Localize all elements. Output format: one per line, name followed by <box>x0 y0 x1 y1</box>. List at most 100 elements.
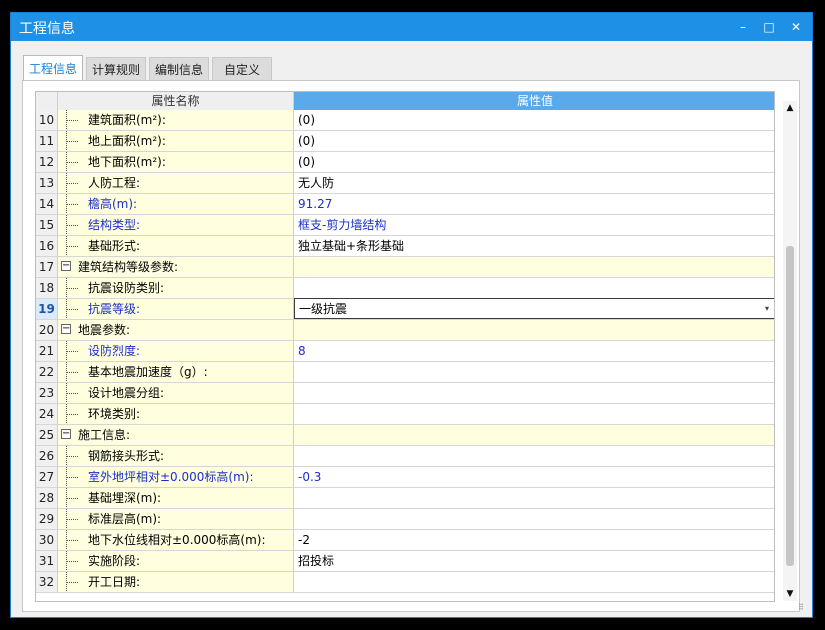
scroll-down-icon[interactable]: ▼ <box>783 587 797 601</box>
property-name-cell[interactable]: 钢筋接头形式: <box>58 446 294 466</box>
property-value-cell[interactable] <box>294 488 774 508</box>
property-name-cell[interactable]: − 施工信息: <box>58 425 294 445</box>
scroll-up-icon[interactable]: ▲ <box>783 101 797 115</box>
property-name-cell[interactable]: 抗震等级: <box>58 299 294 319</box>
header-property-name[interactable]: 属性名称 <box>58 92 294 110</box>
row-number: 16 <box>36 236 58 256</box>
table-row[interactable]: 28 基础埋深(m): <box>36 488 774 509</box>
table-row[interactable]: 18 抗震设防类别: <box>36 278 774 299</box>
property-name-cell[interactable]: − 建筑结构等级参数: <box>58 257 294 277</box>
scroll-thumb[interactable] <box>786 246 794 566</box>
property-name-cell[interactable]: 基础形式: <box>58 236 294 256</box>
tab-project-info[interactable]: 工程信息 <box>23 55 83 81</box>
property-name-cell[interactable]: 抗震设防类别: <box>58 278 294 298</box>
property-name-label: 地下水位线相对±0.000标高(m): <box>88 533 266 547</box>
property-value-cell[interactable] <box>294 425 774 445</box>
property-value-cell[interactable]: 框支-剪力墙结构 <box>294 215 774 235</box>
row-number: 26 <box>36 446 58 466</box>
property-value-cell[interactable]: -2 <box>294 530 774 550</box>
window-title: 工程信息 <box>19 21 75 37</box>
property-name-cell[interactable]: 地上面积(m²): <box>58 131 294 151</box>
header-property-value[interactable]: 属性值 <box>294 92 774 110</box>
property-value-text: (0) <box>298 113 315 127</box>
tree-branch <box>66 246 78 247</box>
table-row[interactable]: 27 室外地坪相对±0.000标高(m): -0.3 <box>36 467 774 488</box>
tree-branch <box>66 456 78 457</box>
tab-custom[interactable]: 自定义 <box>212 57 272 81</box>
table-row[interactable]: 31 实施阶段: 招投标 <box>36 551 774 572</box>
vertical-scrollbar[interactable]: ▲ ▼ <box>783 101 797 601</box>
property-value-cell[interactable]: 招投标 <box>294 551 774 571</box>
table-row[interactable]: 29 标准层高(m): <box>36 509 774 530</box>
property-name-cell[interactable]: 实施阶段: <box>58 551 294 571</box>
title-bar[interactable]: 工程信息 – □ ✕ <box>11 13 812 41</box>
property-value-cell[interactable] <box>294 404 774 424</box>
resize-grip-icon[interactable]: ⠿ <box>798 603 808 613</box>
property-name-label: 建筑结构等级参数: <box>78 260 179 274</box>
property-name-cell[interactable]: 地下水位线相对±0.000标高(m): <box>58 530 294 550</box>
property-value-text: 一级抗震 <box>299 302 348 316</box>
property-name-cell[interactable]: 基本地震加速度（g）: <box>58 362 294 382</box>
property-value-cell[interactable] <box>294 257 774 277</box>
property-name-cell[interactable]: − 地震参数: <box>58 320 294 340</box>
collapse-toggle-icon[interactable]: − <box>61 261 71 271</box>
property-value-cell[interactable]: 8 <box>294 341 774 361</box>
property-name-cell[interactable]: 标准层高(m): <box>58 509 294 529</box>
tab-compile-info[interactable]: 编制信息 <box>149 57 209 81</box>
property-name-cell[interactable]: 设计地震分组: <box>58 383 294 403</box>
property-value-cell[interactable]: -0.3 <box>294 467 774 487</box>
maximize-button[interactable]: □ <box>759 17 779 37</box>
property-name-cell[interactable]: 室外地坪相对±0.000标高(m): <box>58 467 294 487</box>
property-name-cell[interactable]: 基础埋深(m): <box>58 488 294 508</box>
table-row[interactable]: 32 开工日期: <box>36 572 774 593</box>
table-row[interactable]: 26 钢筋接头形式: <box>36 446 774 467</box>
close-button[interactable]: ✕ <box>786 17 806 37</box>
property-value-cell[interactable]: (0) <box>294 152 774 172</box>
collapse-toggle-icon[interactable]: − <box>61 429 71 439</box>
property-name-cell[interactable]: 结构类型: <box>58 215 294 235</box>
property-name-cell[interactable]: 檐高(m): <box>58 194 294 214</box>
property-value-cell[interactable] <box>294 446 774 466</box>
property-value-cell[interactable] <box>294 509 774 529</box>
minimize-button[interactable]: – <box>733 17 753 37</box>
table-row[interactable]: 11 地上面积(m²): (0) <box>36 131 774 152</box>
property-value-cell[interactable] <box>294 320 774 340</box>
property-name-cell[interactable]: 建筑面积(m²): <box>58 110 294 130</box>
table-row[interactable]: 10 建筑面积(m²): (0) <box>36 110 774 131</box>
table-row[interactable]: 16 基础形式: 独立基础+条形基础 <box>36 236 774 257</box>
property-name-cell[interactable]: 人防工程: <box>58 173 294 193</box>
property-value-cell[interactable] <box>294 383 774 403</box>
property-value-cell[interactable]: 无人防 <box>294 173 774 193</box>
tree-branch <box>66 519 78 520</box>
property-value-dropdown[interactable]: 一级抗震 ▾ <box>294 298 774 319</box>
group-row[interactable]: 25− 施工信息: <box>36 425 774 446</box>
table-row[interactable]: 12 地下面积(m²): (0) <box>36 152 774 173</box>
group-row[interactable]: 17− 建筑结构等级参数: <box>36 257 774 278</box>
tab-calc-rules[interactable]: 计算规则 <box>86 57 146 81</box>
table-row[interactable]: 24 环境类别: <box>36 404 774 425</box>
table-row[interactable]: 22 基本地震加速度（g）: <box>36 362 774 383</box>
group-row[interactable]: 20− 地震参数: <box>36 320 774 341</box>
property-value-cell[interactable]: 独立基础+条形基础 <box>294 236 774 256</box>
table-row[interactable]: 30 地下水位线相对±0.000标高(m): -2 <box>36 530 774 551</box>
property-value-cell[interactable] <box>294 278 774 298</box>
property-name-cell[interactable]: 设防烈度: <box>58 341 294 361</box>
property-value-cell[interactable] <box>294 362 774 382</box>
property-name-cell[interactable]: 环境类别: <box>58 404 294 424</box>
property-name-cell[interactable]: 地下面积(m²): <box>58 152 294 172</box>
collapse-toggle-icon[interactable]: − <box>61 324 71 334</box>
table-row[interactable]: 13 人防工程: 无人防 <box>36 173 774 194</box>
property-value-cell[interactable]: (0) <box>294 131 774 151</box>
table-row[interactable]: 15 结构类型: 框支-剪力墙结构 <box>36 215 774 236</box>
table-row[interactable]: 21 设防烈度: 8 <box>36 341 774 362</box>
property-value-cell[interactable]: (0) <box>294 110 774 130</box>
dropdown-arrow-icon[interactable]: ▾ <box>765 299 769 319</box>
property-value-cell[interactable] <box>294 572 774 592</box>
table-row[interactable]: 19 抗震等级: 一级抗震 ▾ <box>36 298 774 320</box>
table-row[interactable]: 14 檐高(m): 91.27 <box>36 194 774 215</box>
property-value-cell[interactable]: 91.27 <box>294 194 774 214</box>
property-name-cell[interactable]: 开工日期: <box>58 572 294 592</box>
property-name-label: 檐高(m): <box>88 197 138 211</box>
table-row[interactable]: 23 设计地震分组: <box>36 383 774 404</box>
row-number: 22 <box>36 362 58 382</box>
